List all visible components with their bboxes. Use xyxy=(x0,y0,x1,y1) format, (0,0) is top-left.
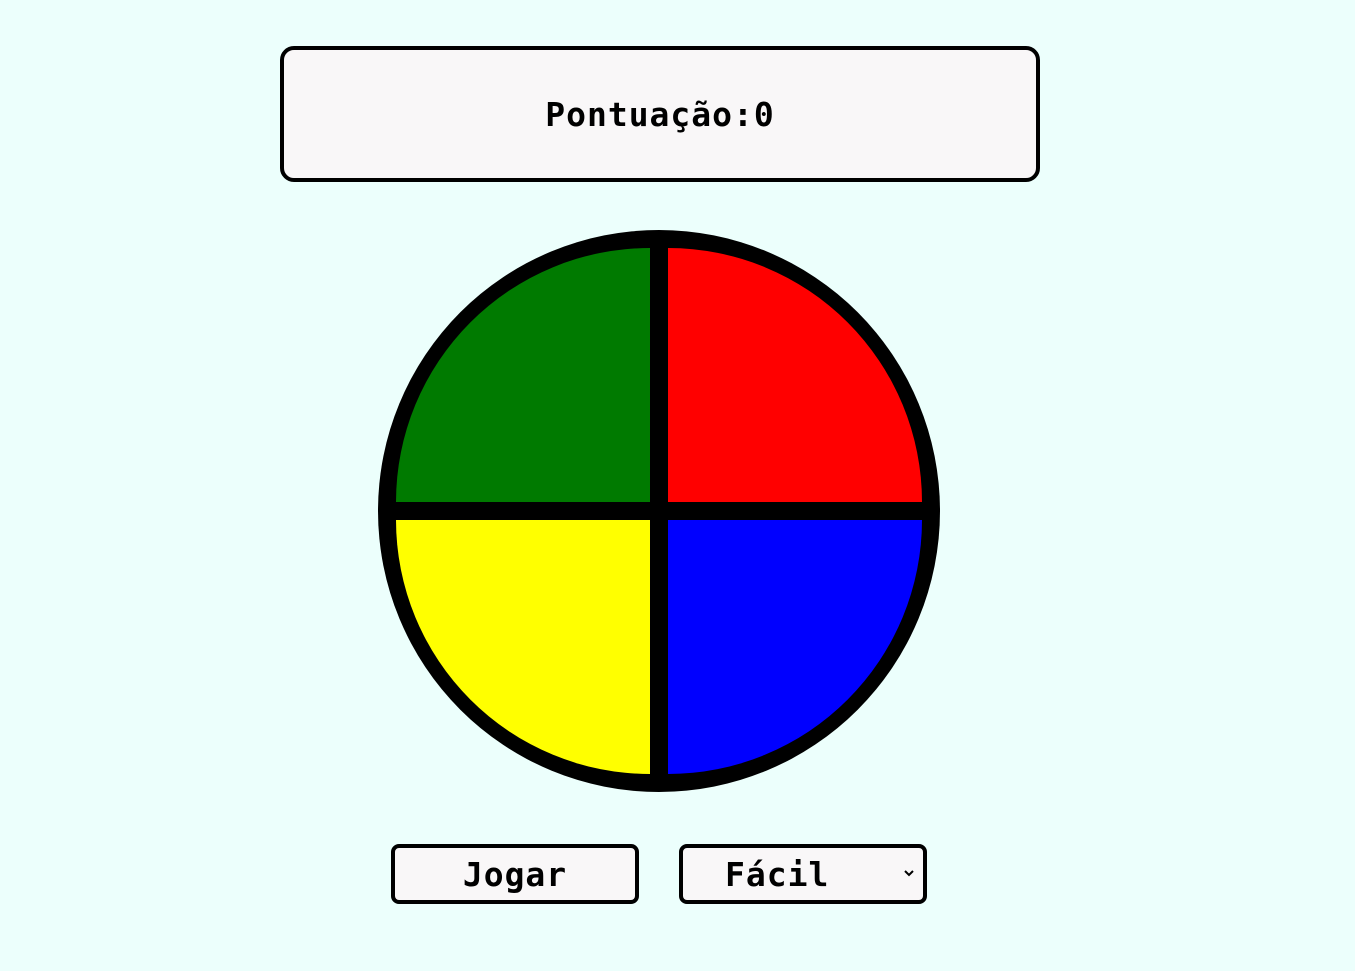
play-button-label: Jogar xyxy=(462,854,568,894)
yellow-pad[interactable] xyxy=(396,520,650,774)
game-board xyxy=(378,230,940,792)
play-button[interactable]: Jogar xyxy=(391,844,639,904)
red-pad[interactable] xyxy=(668,248,922,502)
blue-pad[interactable] xyxy=(668,520,922,774)
difficulty-selected-value: Fácil xyxy=(725,854,830,894)
score-text: Pontuação:0 xyxy=(545,94,775,134)
score-panel: Pontuação:0 xyxy=(280,46,1040,182)
green-pad[interactable] xyxy=(396,248,650,502)
chevron-down-icon xyxy=(904,870,914,877)
difficulty-select[interactable]: Fácil xyxy=(679,844,927,904)
